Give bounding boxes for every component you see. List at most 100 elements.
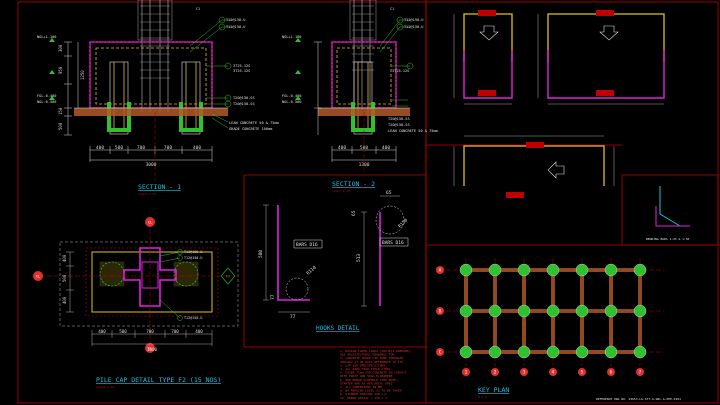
- sec1-note-7: LEAN CONCRETE 50 & 75mm: [229, 121, 279, 125]
- pile-cap-plan-scale: SCALE 1:25: [96, 385, 114, 389]
- plan-marker-2: CL: [148, 221, 152, 225]
- hooks-bar-b-label: BARS D16: [382, 240, 404, 246]
- plan-dim-left-2: 500: [62, 274, 67, 282]
- hooks-dim-8: 65: [386, 190, 392, 196]
- sec1-dim-2: 500: [115, 145, 123, 151]
- hooks-bar-a-label: BARS D16: [296, 242, 318, 248]
- footer-reference: REFERENCE DWG NO. 22653-LG-STT-G-GNC-G-E…: [596, 397, 681, 401]
- key-plan-col-label: 2: [494, 370, 497, 376]
- key-plan-pile-cap: [546, 263, 560, 277]
- key-plan-pile-cap: [604, 263, 618, 277]
- key-plan-row-label: B: [439, 309, 442, 315]
- key-plan-pile-cap: [604, 345, 618, 359]
- plan-dim-3: 700: [146, 329, 154, 334]
- pile-cap-plan-title: PILE CAP DETAIL TYPE F2 (15 NOS): [96, 376, 221, 384]
- hooks-dim-6: 513: [356, 254, 362, 262]
- key-plan-col-label: 5: [581, 370, 584, 376]
- sec1-level-2: FGL-0.400: [37, 94, 56, 98]
- key-plan-pile-cap: [575, 304, 589, 318]
- key-plan-col-label: 1: [465, 370, 468, 376]
- sec1-dim-left-4: 150: [58, 107, 63, 115]
- plan-note-3: T12@150-U: [184, 316, 202, 320]
- key-plan-pile-cap: [459, 263, 473, 277]
- key-plan-pile-cap: [488, 304, 502, 318]
- sec2-note-1: T12@150-U: [404, 18, 423, 22]
- key-plan-pile-cap: [633, 304, 647, 318]
- section-2-title: SECTION - 2: [332, 180, 375, 188]
- sec2-note-4: T20@150-SS: [388, 117, 410, 121]
- key-plan-col-label: 3: [523, 370, 526, 376]
- plan-dim-left-1: 400: [62, 254, 67, 262]
- key-plan-pile-cap: [604, 304, 618, 318]
- sec1-dim-left-2: 950: [58, 66, 63, 74]
- sec1-note-8: GRADE CONCRETE 100mm: [229, 127, 272, 131]
- section-1-scale: SCALE 1:25: [138, 192, 156, 196]
- key-plan-pile-cap: [633, 345, 647, 359]
- sec1-note-1: T12@150-U: [226, 18, 245, 22]
- key-plan-pile-cap: [575, 263, 589, 277]
- plan-note-2: T12@150-U: [184, 256, 202, 260]
- plan-dim-total: 3000: [147, 347, 158, 352]
- hooks-dim-3: 77: [290, 314, 296, 320]
- plan-note-1: T12@150-U: [184, 250, 202, 254]
- sec1-note-5: T20@150-SS: [233, 96, 255, 100]
- sec2-note-2: T12@150-U: [404, 25, 423, 29]
- plan-dim-4: 700: [171, 329, 179, 334]
- key-plan-pile-cap: [546, 345, 560, 359]
- plan-dim-1: 400: [98, 329, 106, 334]
- plan-dim-2: 500: [119, 329, 127, 334]
- key-plan-col-label: 4: [552, 370, 555, 376]
- key-plan-pile-cap: [459, 345, 473, 359]
- sec2-level-1: NGL+1.100: [282, 35, 301, 39]
- hooks-detail-title: HOOKS DETAIL: [316, 325, 360, 332]
- sec1-dim-5: 400: [193, 145, 201, 151]
- plan-dim-5: 400: [195, 329, 203, 334]
- sec2-dim-3: 400: [382, 145, 390, 151]
- sec1-note-2: T12@150-U: [226, 25, 245, 29]
- sec2-note-5: T20@150-SS: [388, 123, 410, 127]
- key-plan-title: KEY PLAN: [478, 386, 509, 394]
- sec1-cl-label: C1: [196, 7, 200, 11]
- sec1-dim-4: 700: [164, 145, 172, 151]
- key-plan-pile-cap: [517, 263, 531, 277]
- key-plan-scale: N.T.S: [478, 395, 487, 399]
- key-plan-pile-cap: [633, 263, 647, 277]
- section-2-scale: SCALE 1:25: [332, 189, 350, 193]
- sec1-level-3: NGL-0.500: [37, 100, 56, 104]
- key-plan-row-label: A: [439, 268, 442, 274]
- sec1-dim-3: 700: [137, 145, 145, 151]
- key-plan-pile-cap: [575, 345, 589, 359]
- sec1-level-1: NGL+1.100: [37, 35, 56, 39]
- key-plan-pile-cap: [517, 304, 531, 318]
- sec2-level-3: NGL-0.500: [282, 100, 301, 104]
- hooks-dim-5: 65: [351, 210, 357, 216]
- hooks-dim-2: 77: [270, 294, 276, 300]
- hooks-dim-1: 580: [258, 250, 264, 258]
- plan-marker-1: CL: [36, 275, 40, 279]
- key-plan-pile-cap: [517, 345, 531, 359]
- sec1-dim-left-1: 300: [58, 44, 63, 52]
- sec2-cl-label: C1: [390, 7, 394, 11]
- key-plan-pile-cap: [546, 304, 560, 318]
- sec1-note-4: 3T25-12S: [233, 69, 250, 73]
- note-line: 10. REBAR DETAIL = 150 x 1: [340, 396, 387, 400]
- sec1-dim-left-5: 500: [58, 122, 63, 130]
- key-plan-pile-cap: [488, 263, 502, 277]
- key-plan-row-label: C: [439, 350, 442, 356]
- key-plan-col-label: 6: [610, 370, 613, 376]
- sec1-dim-left-3: 1250: [80, 70, 85, 80]
- section-1-title: SECTION - 1: [138, 183, 181, 191]
- plan-tag: F2: [226, 275, 230, 279]
- sec1-note-3: 3T25-12S: [233, 64, 250, 68]
- sec2-dim-1: 400: [338, 145, 346, 151]
- cad-drawing: 400 500 700 700 400 3000 300 950 1250 15…: [0, 0, 720, 405]
- sec2-note-3: 3T25-12S: [392, 69, 409, 73]
- plan-dim-left-3: 400: [62, 296, 67, 304]
- sec1-dim-1: 400: [96, 145, 104, 151]
- key-plan-col-label: 7: [639, 370, 642, 376]
- sec1-note-6: T20@150-SS: [233, 102, 255, 106]
- bending-detail-label: BENDING BARS 1:25 & 1:50: [646, 237, 690, 241]
- key-plan-pile-cap: [459, 304, 473, 318]
- key-plan-pile-cap: [488, 345, 502, 359]
- sec2-note-6: LEAN CONCRETE 50 & 75mm: [388, 129, 438, 133]
